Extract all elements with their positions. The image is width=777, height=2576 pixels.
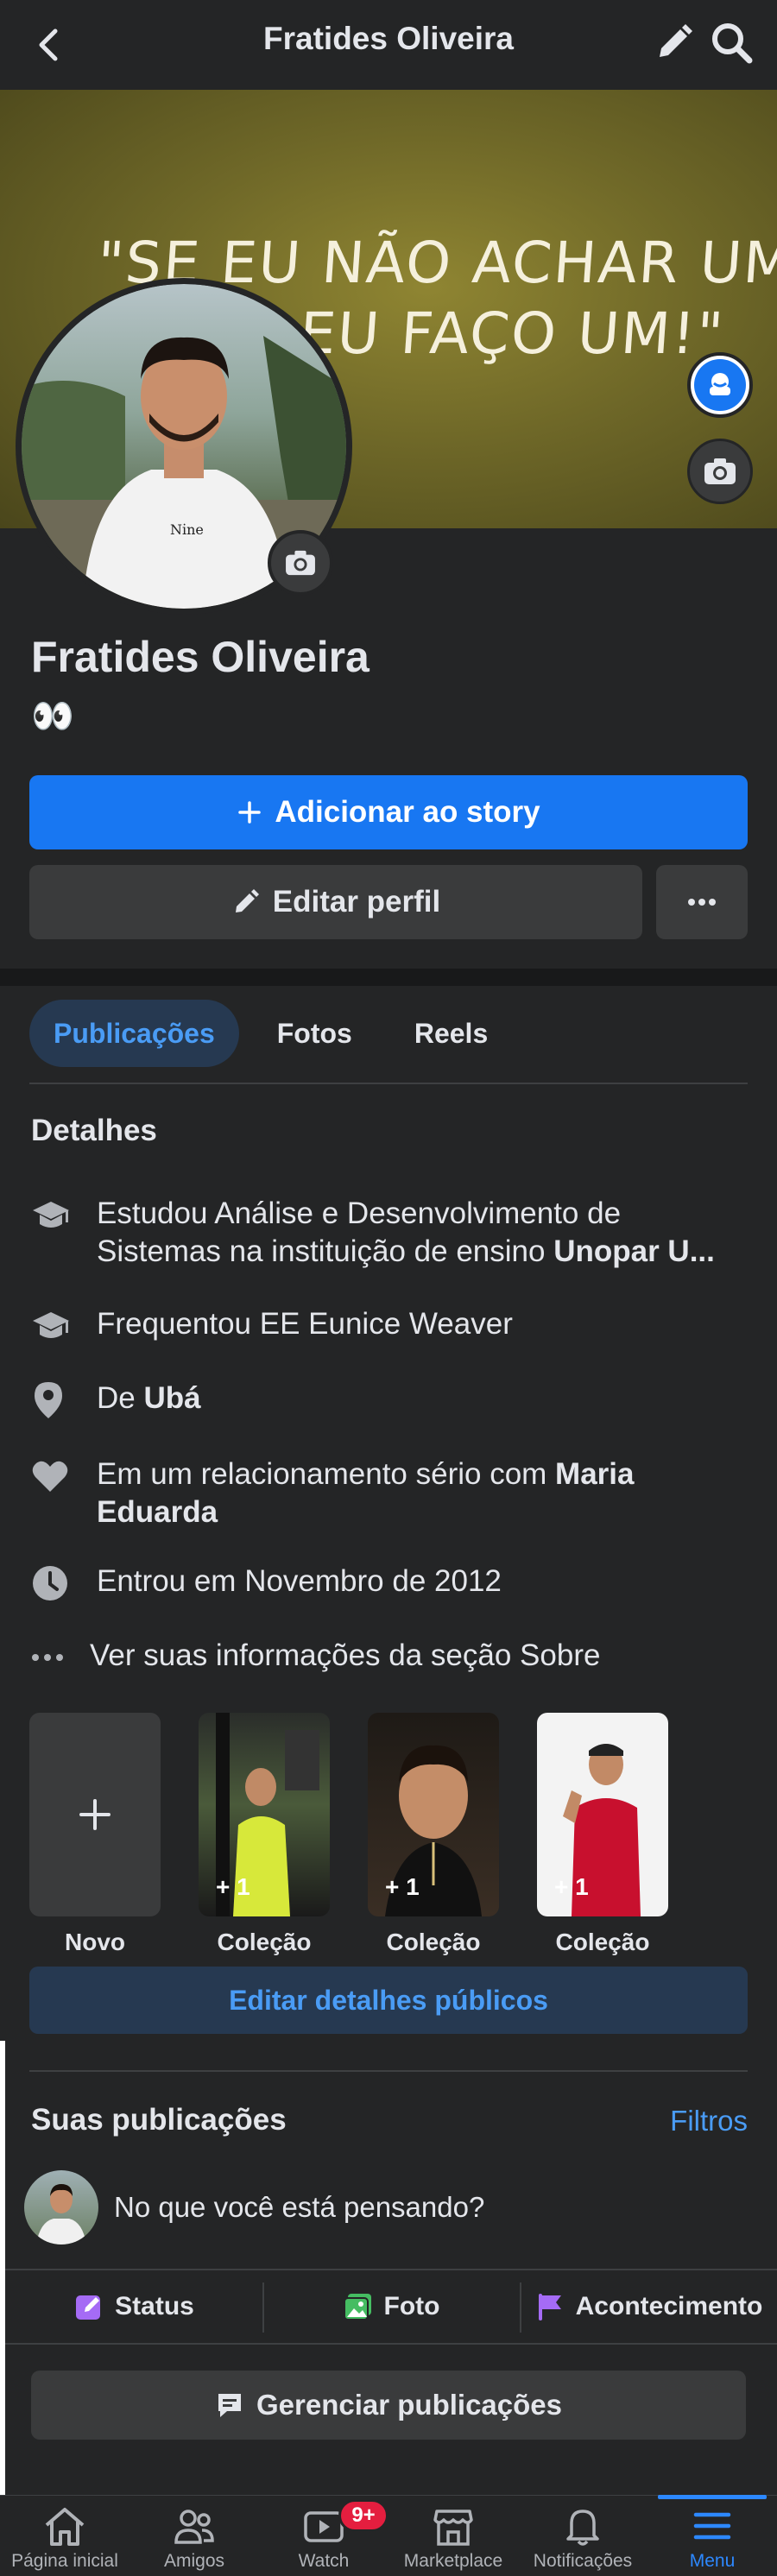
nav-watch[interactable]: Watch 9+ bbox=[259, 2496, 388, 2576]
edit-profile-label: Editar perfil bbox=[272, 885, 441, 919]
home-icon bbox=[45, 2508, 85, 2546]
avatar bbox=[24, 2170, 98, 2245]
tab-reels[interactable]: Reels bbox=[390, 1000, 512, 1067]
nav-marketplace[interactable]: Marketplace bbox=[388, 2496, 518, 2576]
featured-collection[interactable]: + 1 bbox=[368, 1713, 499, 1916]
tab-fotos[interactable]: Fotos bbox=[253, 1000, 376, 1067]
svg-text:Ni̇ne: Ni̇ne bbox=[170, 521, 204, 538]
featured-label: Coleção bbox=[386, 1929, 481, 1955]
marketplace-icon bbox=[433, 2510, 473, 2546]
filters-link[interactable]: Filtros bbox=[670, 2105, 748, 2137]
location-pin-icon bbox=[31, 1380, 83, 1421]
photo-icon bbox=[343, 2294, 371, 2320]
notification-badge: 9+ bbox=[338, 2499, 388, 2532]
nav-friends[interactable]: Amigos bbox=[130, 2496, 259, 2576]
nav-notifications[interactable]: Notificações bbox=[518, 2496, 648, 2576]
detail-hometown: De Ubá bbox=[31, 1380, 756, 1421]
composer-input[interactable]: No que você está pensando? bbox=[114, 2191, 484, 2224]
edit-public-details-button[interactable]: Editar detalhes públicos bbox=[29, 1967, 748, 2034]
profile-tabs: Publicações Fotos Reels bbox=[29, 1000, 512, 1067]
nav-home[interactable]: Página inicial bbox=[0, 2496, 130, 2576]
flag-icon bbox=[538, 2294, 561, 2320]
graduation-cap-icon bbox=[31, 1305, 83, 1347]
tab-publicacoes[interactable]: Publicações bbox=[29, 1000, 239, 1067]
photo-button[interactable]: Foto bbox=[262, 2270, 520, 2343]
menu-icon bbox=[693, 2512, 731, 2540]
pencil-icon bbox=[235, 889, 259, 912]
see-about-link[interactable]: Ver suas informações da seção Sobre bbox=[31, 1637, 756, 1678]
section-divider bbox=[0, 969, 777, 986]
camera-icon bbox=[704, 458, 736, 484]
camera-icon bbox=[286, 550, 315, 576]
pencil-icon[interactable] bbox=[649, 19, 698, 67]
avatar-button[interactable] bbox=[687, 352, 753, 418]
details-title: Detalhes bbox=[31, 1114, 157, 1147]
detail-joined: Entrou em Novembro de 2012 bbox=[31, 1563, 756, 1604]
detail-education: Estudou Análise e Desenvolvimento de Sis… bbox=[31, 1195, 756, 1271]
featured-collection[interactable]: + 1 bbox=[199, 1713, 330, 1916]
nav-menu[interactable]: Menu bbox=[648, 2495, 777, 2576]
profile-camera-button[interactable] bbox=[268, 530, 333, 596]
add-story-button[interactable]: Adicionar ao story bbox=[29, 775, 748, 849]
detail-school: Frequentou EE Eunice Weaver bbox=[31, 1305, 756, 1347]
cover-camera-button[interactable] bbox=[687, 439, 753, 504]
profile-name: Fratides Oliveira bbox=[31, 633, 370, 681]
bottom-navigation: Página inicial Amigos Watch 9+ Marketpla… bbox=[0, 2495, 777, 2576]
divider bbox=[5, 2343, 777, 2345]
post-actions: Status Foto Acontecimento bbox=[5, 2269, 777, 2343]
detail-relationship: Em um relacionamento sério com Maria Edu… bbox=[31, 1455, 756, 1531]
manage-posts-button[interactable]: Gerenciar publicações bbox=[31, 2371, 746, 2440]
featured-label: Coleção bbox=[555, 1929, 650, 1955]
more-icon bbox=[688, 899, 716, 906]
add-story-label: Adicionar ao story bbox=[275, 795, 540, 829]
comment-list-icon bbox=[218, 2394, 241, 2417]
graduation-cap-icon bbox=[31, 1195, 83, 1236]
edit-status-icon bbox=[76, 2295, 101, 2320]
bell-icon bbox=[566, 2510, 599, 2546]
posts-title: Suas publicações bbox=[31, 2103, 287, 2137]
featured-label: Novo bbox=[65, 1929, 125, 1955]
profile-bio: 👀 bbox=[31, 698, 74, 736]
search-icon[interactable] bbox=[706, 17, 758, 69]
edit-profile-button[interactable]: Editar perfil bbox=[29, 865, 642, 939]
friends-icon bbox=[174, 2510, 214, 2544]
featured-new[interactable] bbox=[29, 1713, 161, 1916]
featured-collection[interactable]: + 1 bbox=[537, 1713, 668, 1916]
more-icon bbox=[31, 1637, 69, 1678]
clock-icon bbox=[31, 1563, 83, 1604]
divider bbox=[29, 2070, 748, 2072]
heart-icon bbox=[31, 1455, 83, 1497]
more-options-button[interactable] bbox=[656, 865, 748, 939]
divider bbox=[29, 1083, 748, 1084]
life-event-button[interactable]: Acontecimento bbox=[520, 2270, 777, 2343]
top-bar: Fratides Oliveira bbox=[0, 0, 777, 90]
featured-label: Coleção bbox=[217, 1929, 312, 1955]
plus-icon bbox=[238, 801, 262, 824]
status-button[interactable]: Status bbox=[5, 2270, 262, 2343]
plus-icon bbox=[79, 1799, 111, 1830]
